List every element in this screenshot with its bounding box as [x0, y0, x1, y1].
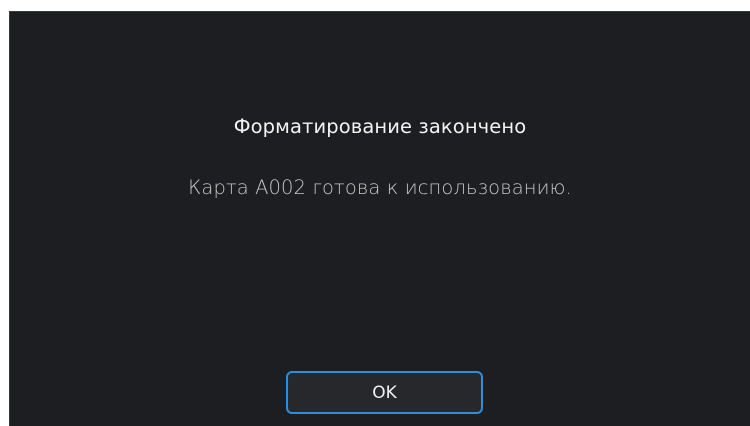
camera-screen: Форматирование закончено Карта A002 гото…: [9, 11, 750, 426]
dialog-title: Форматирование закончено: [233, 115, 527, 138]
dialog-message: Карта A002 готова к использованию.: [188, 176, 572, 199]
ok-button[interactable]: OK: [286, 371, 483, 414]
